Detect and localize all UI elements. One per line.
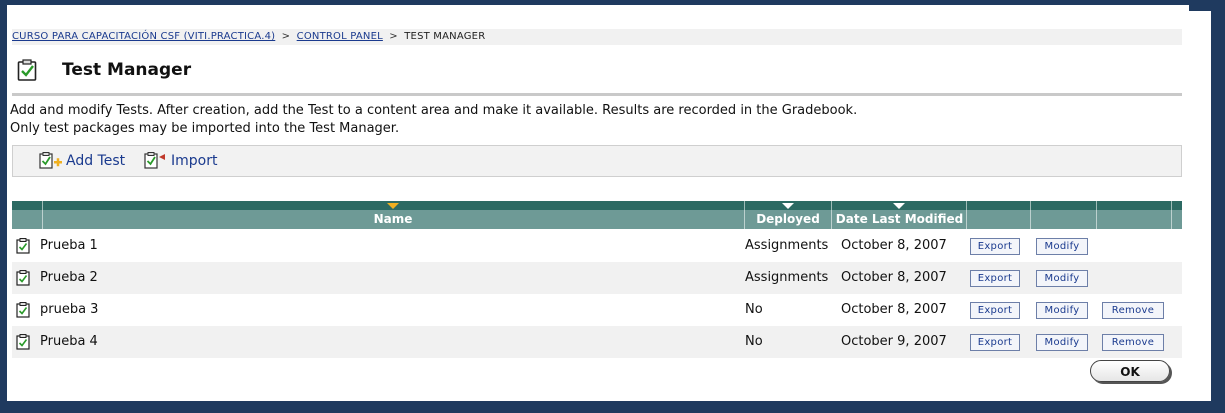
column-divider — [966, 201, 967, 229]
column-header-deployed[interactable]: Deployed — [745, 210, 831, 229]
add-test-label: Add Test — [66, 153, 126, 169]
table-header: Name Deployed Date Last Modified — [12, 210, 1182, 229]
table-header-band — [12, 201, 1182, 210]
clipboard-check-icon — [16, 238, 30, 254]
table-row: prueba 3 No October 8, 2007 Export Modif… — [12, 294, 1182, 326]
description-line-2: Only test packages may be imported into … — [10, 121, 400, 136]
breadcrumb: CURSO PARA CAPACITACIÓN CSF (VITI.PRACTI… — [12, 29, 1182, 45]
export-button[interactable]: Export — [970, 334, 1020, 351]
column-divider — [831, 201, 832, 229]
modify-button[interactable]: Modify — [1036, 238, 1088, 255]
modify-button[interactable]: Modify — [1036, 270, 1088, 287]
modify-button[interactable]: Modify — [1036, 334, 1088, 351]
import-button[interactable]: Import — [144, 152, 217, 170]
action-bar: Add Test Import — [12, 145, 1182, 177]
remove-button[interactable]: Remove — [1102, 334, 1164, 351]
breadcrumb-separator: > — [281, 31, 291, 42]
sort-arrow-icon[interactable] — [782, 203, 794, 209]
column-divider — [1030, 201, 1031, 229]
test-name: Prueba 2 — [40, 270, 98, 285]
date-modified-value: October 8, 2007 — [841, 270, 947, 285]
export-button[interactable]: Export — [970, 302, 1020, 319]
column-header-date-modified[interactable]: Date Last Modified — [832, 210, 967, 229]
modify-button[interactable]: Modify — [1036, 302, 1088, 319]
column-divider — [1096, 201, 1097, 229]
page-header: Test Manager — [12, 53, 1182, 87]
table-row: Prueba 4 No October 9, 2007 Export Modif… — [12, 326, 1182, 358]
date-modified-value: October 8, 2007 — [841, 238, 947, 253]
test-name: Prueba 1 — [40, 238, 98, 253]
remove-button[interactable]: Remove — [1102, 302, 1164, 319]
clipboard-check-icon — [16, 302, 30, 318]
date-modified-value: October 8, 2007 — [841, 302, 947, 317]
description-line-1: Add and modify Tests. After creation, ad… — [10, 103, 858, 118]
test-name: prueba 3 — [40, 302, 99, 317]
clipboard-check-icon — [16, 270, 30, 286]
date-modified-value: October 9, 2007 — [841, 334, 947, 349]
breadcrumb-course-link[interactable]: CURSO PARA CAPACITACIÓN CSF (VITI.PRACTI… — [12, 31, 275, 42]
column-header-name[interactable]: Name — [42, 210, 744, 229]
title-divider — [12, 93, 1182, 96]
export-button[interactable]: Export — [970, 238, 1020, 255]
page-title: Test Manager — [62, 60, 192, 80]
deployed-value: No — [745, 334, 763, 349]
import-label: Import — [171, 153, 218, 169]
column-divider — [42, 201, 43, 229]
content-area: CURSO PARA CAPACITACIÓN CSF (VITI.PRACTI… — [7, 5, 1211, 401]
sort-arrow-icon[interactable] — [387, 203, 399, 209]
page-description: Add and modify Tests. After creation, ad… — [10, 102, 857, 138]
deployed-value: Assignments — [745, 270, 829, 285]
add-test-icon — [39, 152, 62, 169]
deployed-value: Assignments — [745, 238, 829, 253]
breadcrumb-control-panel-link[interactable]: CONTROL PANEL — [297, 31, 383, 42]
export-button[interactable]: Export — [970, 270, 1020, 287]
import-icon — [144, 152, 165, 169]
sort-arrow-icon[interactable] — [893, 203, 905, 209]
table-row: Prueba 1 Assignments October 8, 2007 Exp… — [12, 230, 1182, 262]
test-clipboard-icon — [17, 59, 37, 81]
breadcrumb-current: TEST MANAGER — [404, 31, 486, 42]
table-row: Prueba 2 Assignments October 8, 2007 Exp… — [12, 262, 1182, 294]
test-name: Prueba 4 — [40, 334, 98, 349]
breadcrumb-separator: > — [389, 31, 398, 42]
column-divider — [744, 201, 745, 229]
clipboard-check-icon — [16, 334, 30, 350]
deployed-value: No — [745, 302, 763, 317]
add-test-button[interactable]: Add Test — [39, 152, 125, 170]
ok-button[interactable]: OK — [1090, 360, 1170, 382]
column-divider — [1171, 201, 1172, 229]
